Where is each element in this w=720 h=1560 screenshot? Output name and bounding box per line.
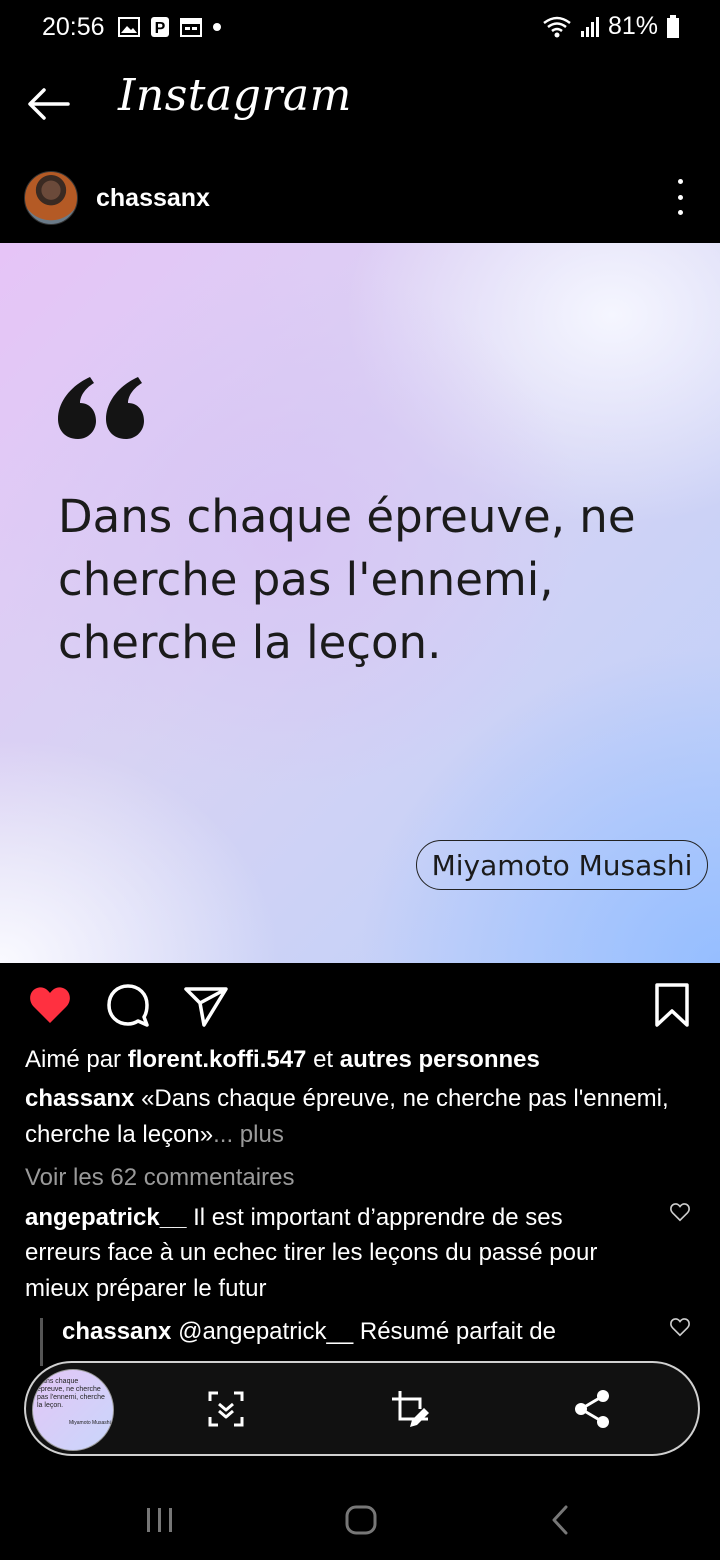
likes-summary: Aimé par florent.koffi.547 et autres per… — [25, 1046, 540, 1074]
heart-outline-icon[interactable] — [669, 1201, 691, 1223]
instagram-logo: Instagram — [118, 70, 352, 121]
quote-icon — [58, 377, 144, 439]
post-image[interactable]: Dans chaque épreuve, ne cherche pas l'en… — [0, 243, 720, 963]
post-actions — [0, 975, 720, 1035]
status-right: 81% — [542, 12, 680, 41]
caption-more-link[interactable]: ... plus — [213, 1121, 284, 1148]
more-vertical-icon[interactable] — [670, 179, 690, 215]
crop-edit-icon[interactable] — [388, 1387, 432, 1431]
battery-icon — [667, 14, 679, 38]
home-icon[interactable] — [344, 1504, 378, 1536]
calendar-icon — [180, 18, 202, 37]
caption-text-1: «Dans chaque épreuve, ne cherche pas l'e… — [134, 1085, 669, 1112]
thumbnail-text: Dans chaque épreuve, ne cherche pas l'en… — [37, 1378, 105, 1409]
status-time: 20:56 — [42, 13, 105, 41]
heart-filled-icon[interactable] — [26, 981, 74, 1029]
reply-text: @angepatrick__ Résumé parfait de — [171, 1318, 556, 1345]
battery-percent: 81% — [607, 12, 658, 40]
scroll-capture-icon[interactable] — [204, 1387, 248, 1431]
likes-others[interactable]: autres personnes — [340, 1046, 540, 1073]
avatar[interactable] — [24, 171, 78, 225]
screenshot-toolbar: Dans chaque épreuve, ne cherche pas l'en… — [24, 1361, 700, 1456]
post-username[interactable]: chassanx — [96, 184, 210, 213]
send-icon[interactable] — [182, 981, 230, 1029]
quote-author: Miyamoto Musashi — [416, 840, 708, 890]
arrow-left-icon[interactable] — [24, 84, 72, 124]
likes-user[interactable]: florent.koffi.547 — [128, 1046, 307, 1073]
comment-text: Il est important d’apprendre de ses — [186, 1204, 563, 1231]
share-icon[interactable] — [570, 1387, 614, 1431]
heart-outline-icon[interactable] — [669, 1316, 691, 1338]
screenshot-thumbnail[interactable]: Dans chaque épreuve, ne cherche pas l'en… — [32, 1369, 114, 1451]
recent-apps-icon[interactable] — [144, 1506, 176, 1534]
likes-middle: et — [306, 1046, 340, 1073]
bookmark-icon[interactable] — [648, 981, 696, 1029]
svg-text:P: P — [155, 20, 166, 37]
status-bar: 20:56 P 81% — [0, 0, 720, 56]
caption-user[interactable]: chassanx — [25, 1085, 134, 1112]
reply-user[interactable]: chassanx — [62, 1318, 171, 1345]
dot-icon — [213, 23, 221, 31]
signal-icon — [580, 16, 599, 37]
comment-user[interactable]: angepatrick__ — [25, 1204, 186, 1231]
reply-line-1: chassanx @angepatrick__ Résumé parfait d… — [62, 1318, 556, 1346]
gallery-icon — [118, 17, 140, 37]
quote-text: Dans chaque épreuve, ne cherche pas l'en… — [58, 490, 636, 669]
app-header: Instagram — [0, 60, 720, 150]
comment-1-line-3: mieux préparer le futur — [25, 1275, 267, 1302]
view-comments-link[interactable]: Voir les 62 commentaires — [25, 1164, 294, 1192]
comment-1-line-1: angepatrick__ Il est important d’apprend… — [25, 1204, 563, 1232]
comment-1-line-2: erreurs face à un echec tirer les leçons… — [25, 1239, 598, 1266]
system-nav-bar — [0, 1480, 720, 1560]
caption-line-2: cherche la leçon»... plus — [25, 1121, 284, 1149]
caption-text-2: cherche la leçon» — [25, 1121, 214, 1148]
likes-prefix: Aimé par — [25, 1046, 128, 1073]
reply-thread-line — [40, 1318, 43, 1366]
wifi-icon — [543, 16, 571, 37]
thumbnail-author: Miyamoto Musashi — [69, 1420, 111, 1426]
comment-icon[interactable] — [104, 981, 152, 1029]
caption-line-1: chassanx «Dans chaque épreuve, ne cherch… — [25, 1085, 669, 1113]
post-header: chassanx — [0, 165, 720, 235]
parking-icon: P — [151, 17, 169, 37]
notification-icons: P — [118, 16, 222, 38]
back-nav-icon[interactable] — [548, 1504, 572, 1536]
